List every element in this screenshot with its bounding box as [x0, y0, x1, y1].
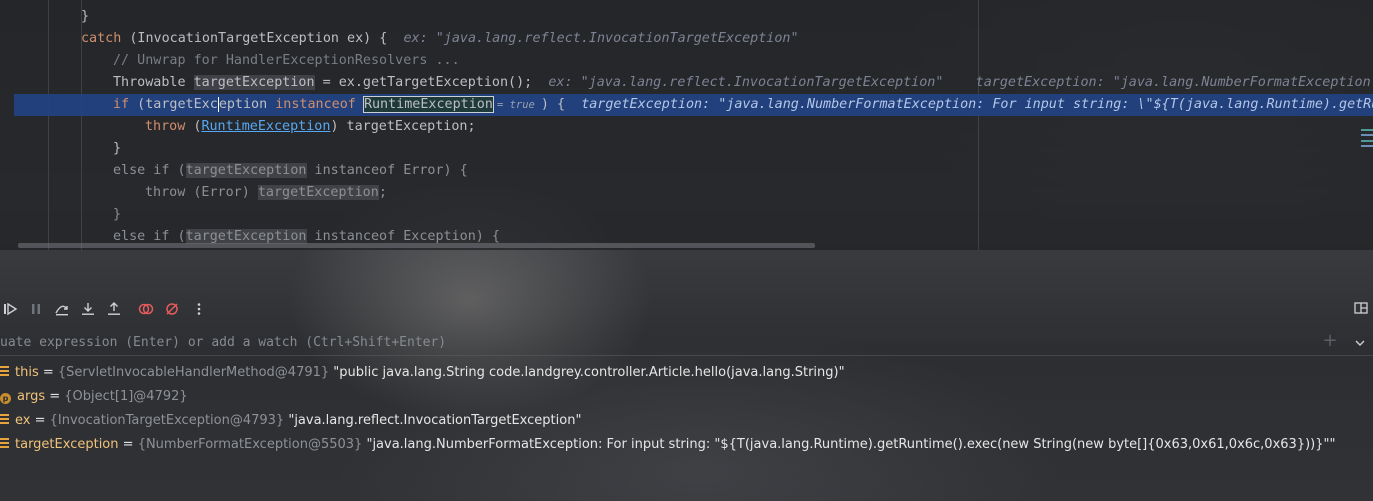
error-stripe-mark[interactable]: [1361, 134, 1373, 136]
add-watch-icon[interactable]: +: [1322, 332, 1338, 350]
chevron-down-icon[interactable]: [1354, 334, 1368, 348]
variable-value: "public java.lang.String code.landgrey.c…: [329, 365, 845, 380]
inline-value-hint: = true: [496, 99, 535, 111]
variable-name: ex: [15, 413, 31, 428]
code-token: eption: [218, 97, 276, 112]
code-token: }: [113, 207, 122, 222]
code-token: ) targetException;: [330, 119, 476, 134]
code-token: = ex.getTargetException();: [314, 75, 549, 90]
code-token: catch: [81, 31, 122, 46]
debugger-toolbar: [0, 298, 1373, 324]
variable-type: {InvocationTargetException@4793}: [49, 413, 285, 428]
current-execution-line[interactable]: if (targetException instanceof RuntimeEx…: [14, 94, 1373, 116]
right-margin-guide: [978, 0, 979, 250]
variable-name: args: [17, 389, 46, 404]
code-token: else if: [113, 163, 170, 178]
inline-debug-values: ex: "java.lang.reflect.InvocationTargetE…: [403, 31, 799, 46]
evaluate-expression-input[interactable]: [0, 331, 1300, 353]
code-token: (targetExc: [129, 97, 218, 112]
code-line[interactable]: else if (targetException instanceof Erro…: [0, 160, 468, 182]
code-editor[interactable]: } catch (InvocationTargetException ex) { …: [0, 0, 1373, 250]
code-token: targetException: [257, 185, 379, 200]
variable-type: {NumberFormatException@5503}: [137, 437, 363, 452]
code-token: instanceof: [275, 97, 356, 112]
code-token: targetException: [193, 75, 315, 90]
code-token[interactable]: RuntimeException: [201, 119, 330, 134]
code-token: ;: [378, 185, 387, 200]
code-line[interactable]: }: [0, 138, 121, 160]
code-token: // Unwrap for HandlerExceptionResolvers …: [113, 53, 460, 68]
code-token: instanceof Exception) {: [306, 229, 500, 244]
field-icon: [0, 438, 9, 450]
step-over-icon[interactable]: [53, 300, 71, 318]
horizontal-scrollbar[interactable]: [18, 243, 815, 248]
code-token: (: [169, 163, 186, 178]
layout-settings-icon[interactable]: [1353, 300, 1371, 318]
variable-type: {Object[1]@4792}: [64, 389, 188, 404]
error-stripe-mark[interactable]: [1361, 145, 1373, 147]
variable-equals: =: [38, 365, 58, 380]
code-token: (: [169, 229, 186, 244]
code-line[interactable]: catch (InvocationTargetException ex) { e…: [0, 28, 799, 50]
error-stripe-mark[interactable]: [1361, 129, 1373, 131]
variable-equals: =: [30, 413, 50, 428]
code-token: Throwable: [113, 75, 194, 90]
code-token: }: [113, 141, 122, 156]
variable-row[interactable]: ex = {InvocationTargetException@4793} "j…: [0, 410, 581, 432]
code-token: ) {: [540, 97, 582, 112]
code-line[interactable]: // Unwrap for HandlerExceptionResolvers …: [0, 50, 460, 72]
code-token: targetException: [185, 229, 307, 244]
variable-row[interactable]: targetException = {NumberFormatException…: [0, 434, 1335, 456]
code-token: throw: [145, 119, 186, 134]
code-token: RuntimeException: [362, 96, 494, 113]
inline-debug-values: ex: "java.lang.reflect.InvocationTargetE…: [548, 75, 1373, 90]
variable-row[interactable]: p args = {Object[1]@4792}: [0, 386, 188, 408]
more-icon[interactable]: [190, 300, 208, 318]
code-token: (: [185, 119, 202, 134]
step-into-icon[interactable]: [79, 300, 97, 318]
code-token: }: [81, 9, 90, 24]
code-token: else if: [113, 229, 170, 244]
variable-value: "java.lang.NumberFormatException: For in…: [362, 437, 1336, 452]
code-line[interactable]: }: [0, 204, 121, 226]
code-line[interactable]: }: [0, 6, 89, 28]
inline-debug-values: targetException: "java.lang.NumberFormat…: [581, 97, 1373, 112]
evaluate-expression-bar: +: [0, 331, 1373, 356]
code-line[interactable]: throw (RuntimeException) targetException…: [0, 116, 476, 138]
variable-name: targetException: [15, 437, 119, 452]
parameter-icon: p: [0, 393, 11, 404]
pause-icon[interactable]: [27, 300, 45, 318]
code-line[interactable]: throw (Error) targetException;: [0, 182, 387, 204]
error-stripe-mark[interactable]: [1361, 140, 1373, 142]
code-line[interactable]: Throwable targetException = ex.getTarget…: [0, 72, 1373, 94]
variable-equals: =: [45, 389, 65, 404]
field-icon: [0, 366, 9, 378]
variable-row[interactable]: this = {ServletInvocableHandlerMethod@47…: [0, 362, 845, 384]
field-icon: [0, 414, 9, 426]
variable-value: "java.lang.reflect.InvocationTargetExcep…: [284, 413, 582, 428]
code-token: throw (Error): [145, 185, 258, 200]
step-out-icon[interactable]: [105, 300, 123, 318]
view-breakpoints-icon[interactable]: [137, 300, 155, 318]
code-token: (InvocationTargetException ex) {: [121, 31, 404, 46]
code-token: instanceof Error) {: [306, 163, 468, 178]
code-token: if: [113, 97, 130, 112]
resume-icon[interactable]: [2, 300, 20, 318]
code-token: targetException: [185, 163, 307, 178]
variable-type: {ServletInvocableHandlerMethod@4791}: [57, 365, 330, 380]
mute-breakpoints-icon[interactable]: [163, 300, 181, 318]
variable-name: this: [15, 365, 39, 380]
variable-equals: =: [118, 437, 138, 452]
